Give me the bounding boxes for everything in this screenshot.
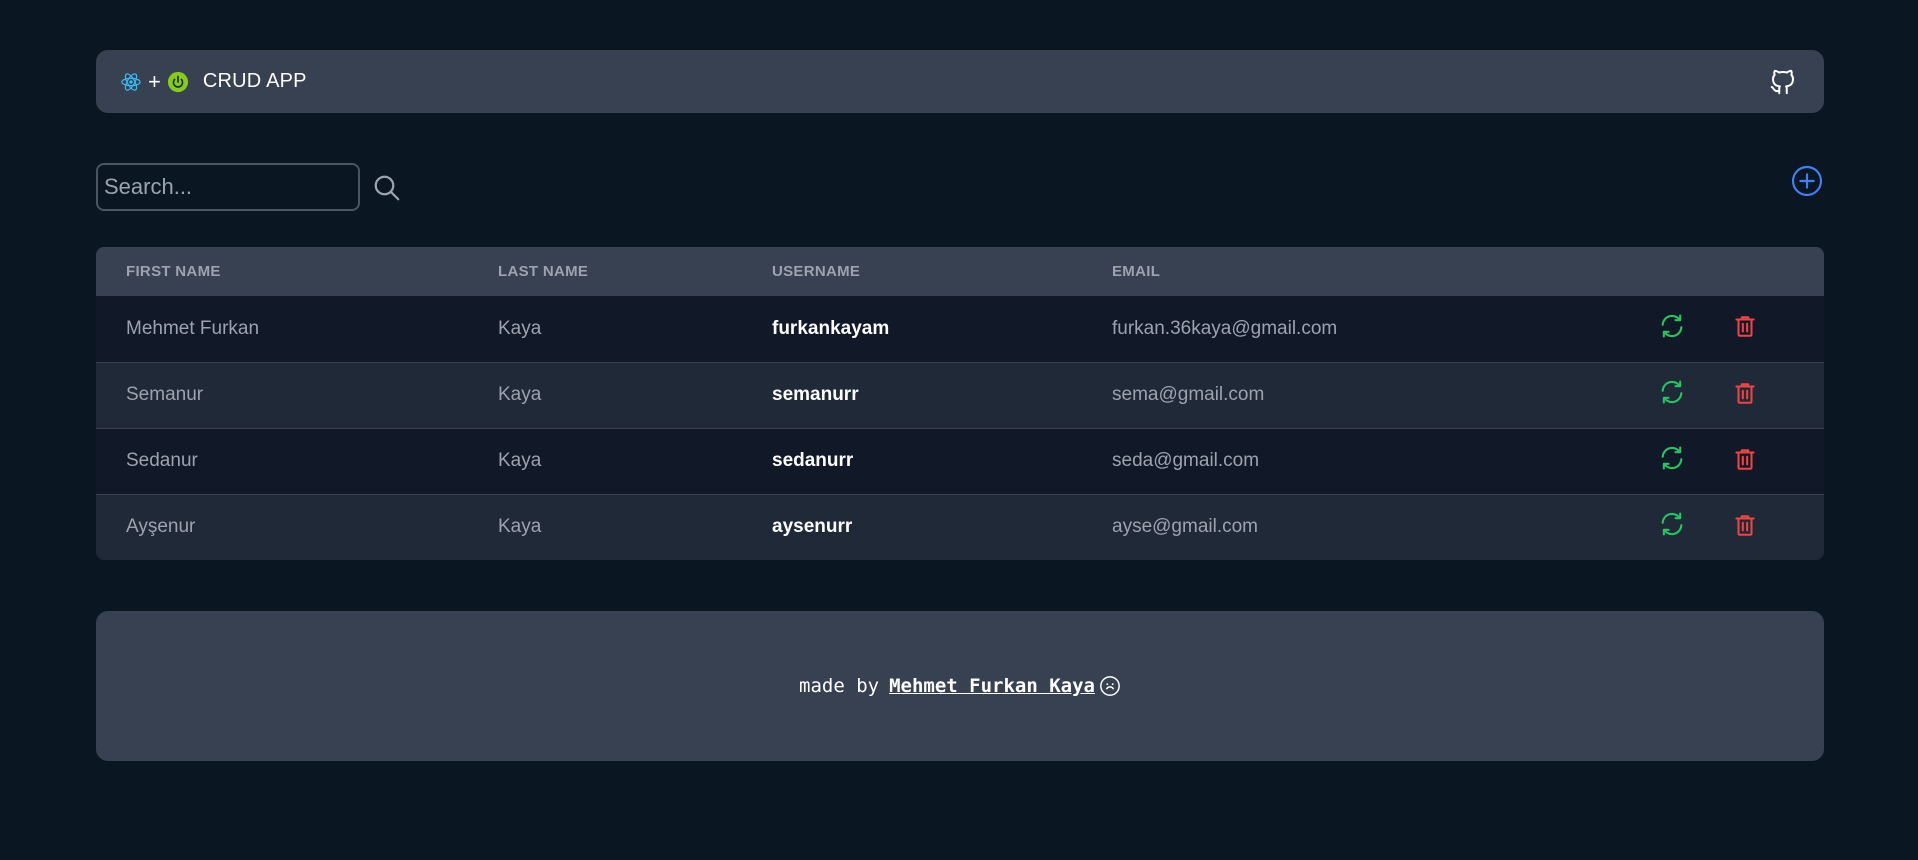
users-table: FIRST NAME LAST NAME USERNAME EMAIL Mehm… (96, 247, 1824, 560)
search-input[interactable] (96, 163, 360, 211)
last-name-cell: Kaya (498, 450, 542, 471)
username-cell: furkankayam (772, 317, 890, 339)
table-row: Ayşenur Kaya aysenurr ayse@gmail.com (96, 494, 1824, 560)
refresh-icon (1661, 446, 1683, 470)
first-name-cell: Semanur (126, 384, 204, 405)
author-link[interactable]: Mehmet Furkan Kaya (889, 675, 1095, 697)
email-cell: furkan.36kaya@gmail.com (1112, 317, 1338, 339)
delete-button[interactable] (1731, 511, 1759, 539)
table-row: Mehmet Furkan Kaya furkankayam furkan.36… (96, 296, 1824, 362)
username-cell: semanurr (772, 384, 859, 405)
table-header-row: FIRST NAME LAST NAME USERNAME EMAIL (96, 247, 1824, 296)
footer: made by Mehmet Furkan Kaya (96, 611, 1824, 761)
update-button[interactable] (1658, 378, 1686, 406)
update-button[interactable] (1658, 510, 1686, 538)
toolbar (96, 163, 1824, 213)
delete-button[interactable] (1731, 445, 1759, 473)
refresh-icon (1661, 314, 1683, 338)
table-row: Sedanur Kaya sedanurr seda@gmail.com (96, 428, 1824, 494)
last-name-cell: Kaya (498, 384, 542, 405)
delete-button[interactable] (1731, 379, 1759, 407)
column-header-first-name: FIRST NAME (126, 263, 221, 280)
update-button[interactable] (1658, 312, 1686, 340)
trash-icon (1735, 448, 1755, 470)
email-cell: seda@gmail.com (1112, 450, 1260, 471)
plus-sign: + (148, 68, 161, 94)
column-header-last-name: LAST NAME (498, 263, 589, 280)
navbar: + CRUD APP (96, 50, 1824, 113)
email-cell: ayse@gmail.com (1112, 516, 1258, 538)
first-name-cell: Sedanur (126, 450, 198, 471)
add-user-button[interactable] (1790, 164, 1824, 198)
footer-prefix: made by (799, 675, 880, 697)
spring-icon (167, 71, 189, 93)
app-title: CRUD APP (202, 70, 307, 92)
trash-icon (1735, 382, 1755, 404)
github-icon[interactable] (1766, 65, 1800, 99)
last-name-cell: Kaya (498, 516, 542, 538)
column-header-email: EMAIL (1112, 263, 1161, 280)
smile-icon (1099, 675, 1121, 697)
table-row: Semanur Kaya semanurr sema@gmail.com (96, 362, 1824, 428)
column-header-username: USERNAME (772, 263, 861, 280)
update-button[interactable] (1658, 444, 1686, 472)
email-cell: sema@gmail.com (1112, 384, 1265, 405)
username-cell: aysenurr (772, 516, 853, 538)
react-icon (120, 71, 142, 93)
first-name-cell: Mehmet Furkan (126, 317, 260, 339)
username-cell: sedanurr (772, 450, 854, 471)
search-icon[interactable] (372, 173, 402, 203)
trash-icon (1735, 515, 1755, 536)
delete-button[interactable] (1731, 312, 1759, 340)
refresh-icon (1661, 380, 1683, 404)
last-name-cell: Kaya (498, 317, 542, 339)
first-name-cell: Ayşenur (126, 516, 196, 538)
brand: + CRUD APP (120, 70, 307, 93)
refresh-icon (1661, 512, 1683, 536)
trash-icon (1735, 316, 1755, 338)
plus-circle-icon (1791, 165, 1823, 197)
